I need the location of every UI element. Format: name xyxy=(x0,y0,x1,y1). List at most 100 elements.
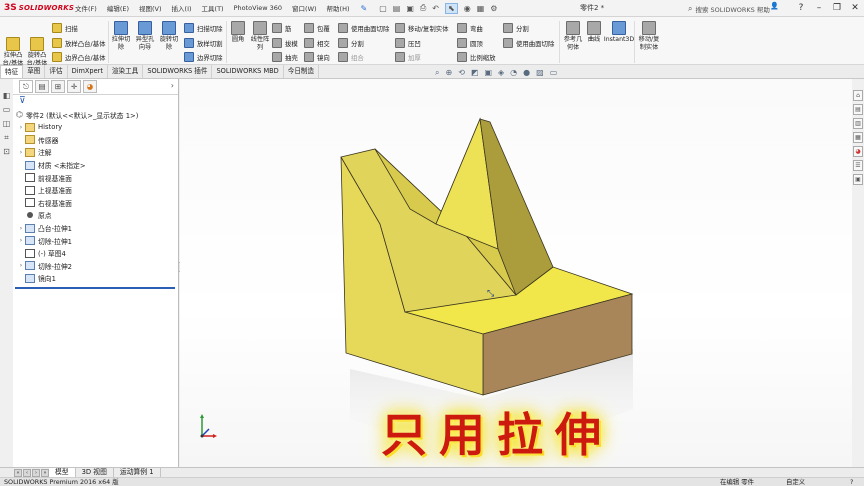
next-tab-icon[interactable]: › xyxy=(32,468,40,477)
menu-help[interactable]: 帮助(H) xyxy=(322,3,355,13)
display-manager-tab-icon[interactable]: ◕ xyxy=(83,80,97,93)
tree-item[interactable]: 传感器 xyxy=(17,134,178,147)
boundary-button[interactable]: 边界凸台/基体 xyxy=(52,52,106,62)
options-icon[interactable]: ⚙ xyxy=(490,4,497,13)
tree-item[interactable]: › 切除-拉伸1 xyxy=(17,234,178,247)
hole-wizard-button[interactable]: 异型孔向导 xyxy=(134,21,156,52)
tab-sketch[interactable]: 草图 xyxy=(23,65,46,78)
tab-dimxpert[interactable]: DimXpert xyxy=(68,65,108,78)
configuration-tab-icon[interactable]: ⊞ xyxy=(51,80,65,93)
panel-expand-icon[interactable]: › xyxy=(171,81,174,90)
feature-tree-tab-icon[interactable]: ⎋ xyxy=(19,80,33,93)
view-icon[interactable]: ◧ xyxy=(1,90,12,101)
thicken-button[interactable]: 加厚 xyxy=(395,52,421,62)
design-library-icon[interactable]: ▥ xyxy=(853,118,863,129)
scene-icon[interactable]: ▨ xyxy=(536,68,544,78)
expand-arrow-icon[interactable]: › xyxy=(17,225,25,232)
scale-button[interactable]: 比例缩放 xyxy=(457,52,496,62)
ref-geometry-button[interactable]: 参考几何体 xyxy=(561,21,585,52)
draft-button[interactable]: 拔模 xyxy=(272,38,298,48)
dome-button[interactable]: 圆顶 xyxy=(457,38,483,48)
shell-button[interactable]: 抽壳 xyxy=(272,52,298,62)
menu-view[interactable]: 视图(V) xyxy=(134,3,167,13)
prev-tab-icon[interactable]: ‹ xyxy=(23,468,31,477)
view-orientation-icon[interactable]: ▣ xyxy=(484,68,492,78)
use-surface-cut2-button[interactable]: 使用曲面切除 xyxy=(503,38,554,48)
swept-cut-button[interactable]: 扫描切除 xyxy=(184,23,223,33)
user-icon[interactable]: 👤 xyxy=(770,2,779,10)
open-icon[interactable]: ▤ xyxy=(393,4,401,13)
graphics-viewport[interactable]: ⌕ ⊕ ⟲ ◩ ▣ ◈ ◔ ● ▨ ▭ ⤡ 只用拉伸 xyxy=(180,68,852,467)
menu-edit[interactable]: 编辑(E) xyxy=(102,3,134,13)
filter-icon[interactable]: ⊽ xyxy=(13,95,178,108)
tab-render-tools[interactable]: 渲染工具 xyxy=(108,65,144,78)
undo-icon[interactable]: ↶ xyxy=(432,4,439,13)
tree-item[interactable]: 前视基准面 xyxy=(17,171,178,184)
file-properties-icon[interactable]: ▦ xyxy=(477,4,485,13)
hide-show-icon[interactable]: ◔ xyxy=(510,68,517,78)
zoom-area-icon[interactable]: ⊕ xyxy=(445,68,452,78)
loft-button[interactable]: 放样凸台/基体 xyxy=(52,38,106,48)
combine-button[interactable]: 组合 xyxy=(338,52,364,62)
tab-today-manufacturing[interactable]: 今日制造 xyxy=(284,65,320,78)
section-view-icon[interactable]: ◩ xyxy=(471,68,479,78)
tree-item[interactable]: 右视基准面 xyxy=(17,197,178,210)
tree-item[interactable]: 材质 <未指定> xyxy=(17,159,178,172)
appearances-icon[interactable]: ◕ xyxy=(853,146,863,157)
revolve-boss-button[interactable]: 旋转凸台/基体 xyxy=(26,37,48,68)
tab-3d-views[interactable]: 3D 视图 xyxy=(76,468,114,477)
home-icon[interactable]: ⌂ xyxy=(853,90,863,101)
flex-button[interactable]: 弯曲 xyxy=(457,23,483,33)
menu-tools[interactable]: 工具(T) xyxy=(197,3,229,13)
minimize-icon[interactable]: – xyxy=(810,0,828,17)
tab-evaluate[interactable]: 评估 xyxy=(45,65,68,78)
expand-arrow-icon[interactable]: › xyxy=(17,149,25,156)
search-box[interactable]: ⌕ 搜索 SOLIDWORKS 帮助 xyxy=(688,2,770,15)
rebuild-icon[interactable]: ◉ xyxy=(464,4,471,13)
revolve-cut-button[interactable]: 旋转切除 xyxy=(158,21,180,52)
tree-item[interactable]: (-) 草图4 xyxy=(17,247,178,260)
view-palette-icon[interactable]: ▣ xyxy=(853,174,863,185)
tree-item[interactable]: 原点 xyxy=(17,209,178,222)
dimxpert-tab-icon[interactable]: ✛ xyxy=(67,80,81,93)
tree-item[interactable]: 镜向1 xyxy=(17,272,178,285)
custom-properties-icon[interactable]: ☰ xyxy=(853,160,863,171)
tree-root[interactable]: ⌬ 零件2 (默认<<默认>_显示状态 1>) xyxy=(13,108,178,121)
tab-model[interactable]: 模型 xyxy=(49,468,76,477)
pin-icon[interactable]: ✎ xyxy=(361,4,368,13)
rib-button[interactable]: 筋 xyxy=(272,23,291,33)
sketch-icon[interactable]: ⌗ xyxy=(1,132,12,143)
tree-item[interactable]: › 切除-拉伸2 xyxy=(17,260,178,273)
edge-icon[interactable]: ⊡ xyxy=(1,146,12,157)
expand-arrow-icon[interactable]: › xyxy=(17,262,25,269)
tab-addins[interactable]: SOLIDWORKS 插件 xyxy=(143,65,213,78)
rollback-bar[interactable] xyxy=(15,286,175,289)
tab-mbd[interactable]: SOLIDWORKS MBD xyxy=(212,65,284,78)
tab-features[interactable]: 特征 xyxy=(0,65,24,78)
extrude-cut-button[interactable]: 拉伸切除 xyxy=(110,21,132,52)
fillet-button[interactable]: 圆角 xyxy=(227,21,249,44)
mirror-button[interactable]: 镜向 xyxy=(304,52,330,62)
move-copy-button[interactable]: 移动/复制实体 xyxy=(395,23,449,33)
new-icon[interactable]: ▢ xyxy=(379,4,387,13)
property-manager-tab-icon[interactable]: ▤ xyxy=(35,80,49,93)
expand-arrow-icon[interactable]: › xyxy=(17,237,25,244)
move-copy-body-button[interactable]: 移动/复制实体 xyxy=(637,21,661,52)
lofted-cut-button[interactable]: 放样切割 xyxy=(184,38,223,48)
split-line-button[interactable]: 分割 xyxy=(503,23,529,33)
extrude-boss-button[interactable]: 拉伸凸台/基体 xyxy=(2,37,24,68)
expand-arrow-icon[interactable]: › xyxy=(17,124,25,131)
display-style-icon[interactable]: ◈ xyxy=(498,68,504,78)
save-icon[interactable]: ▣ xyxy=(406,4,414,13)
tree-item[interactable]: 上视基准面 xyxy=(17,184,178,197)
menu-photoview[interactable]: PhotoView 360 xyxy=(229,4,287,12)
instant3d-button[interactable]: Instant3D xyxy=(604,21,634,44)
select-icon[interactable]: ⬉ xyxy=(445,2,458,14)
tree-item[interactable]: › 注解 xyxy=(17,146,178,159)
material-icon[interactable]: ◫ xyxy=(1,118,12,129)
use-surface-cut-button[interactable]: 使用曲面切除 xyxy=(338,23,389,33)
help-question-icon[interactable]: ? xyxy=(792,0,810,17)
boundary-cut-button[interactable]: 边界切除 xyxy=(184,52,223,62)
zoom-fit-icon[interactable]: ⌕ xyxy=(435,68,439,78)
sweep-button[interactable]: 扫描 xyxy=(52,23,78,33)
